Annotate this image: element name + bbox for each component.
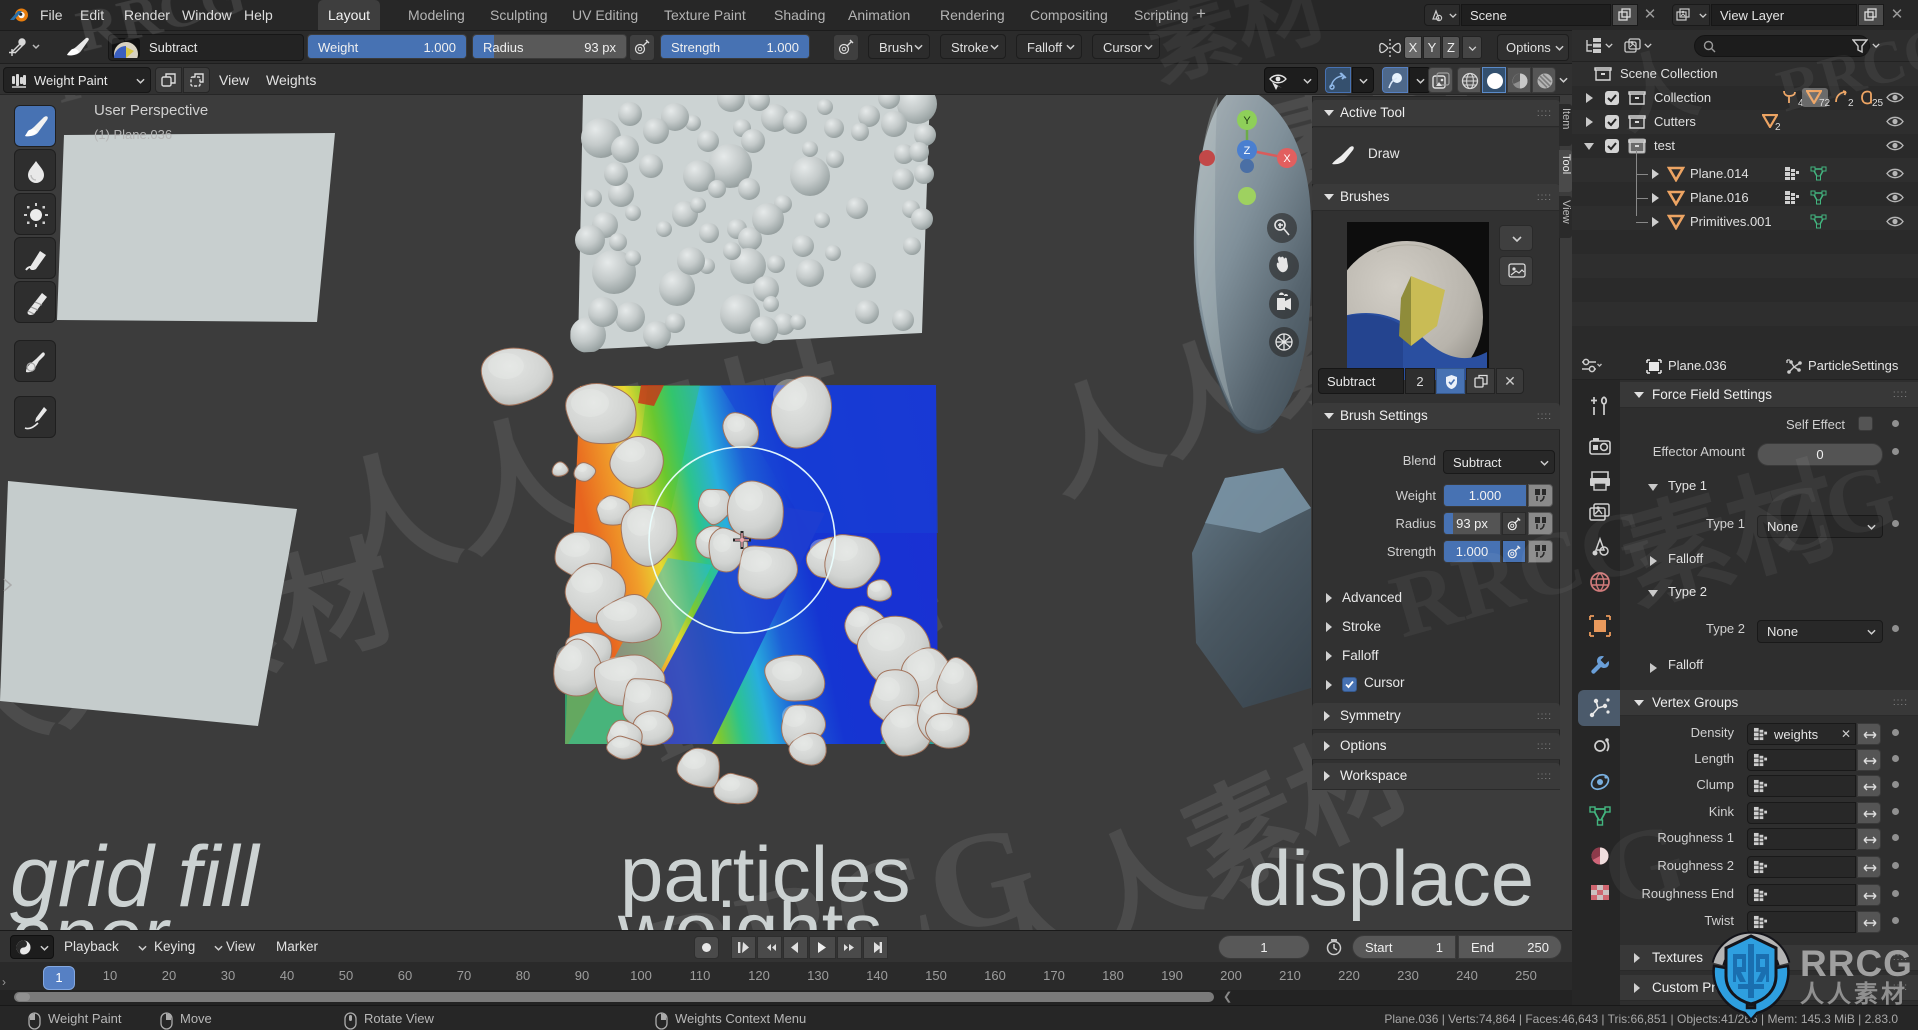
svg-text:Z: Z xyxy=(1244,145,1251,157)
svg-text:(1) Plane.036: (1) Plane.036 xyxy=(94,127,172,142)
svg-text:User Perspective: User Perspective xyxy=(94,102,208,119)
svg-text:Y: Y xyxy=(1243,115,1251,127)
svg-text:displace: displace xyxy=(1248,834,1534,922)
svg-text:X: X xyxy=(1283,153,1291,165)
svg-text:weights: weights xyxy=(617,886,882,930)
svg-text:anor: anor xyxy=(8,891,171,930)
svg-text:RRCG: RRCG xyxy=(1800,943,1913,984)
svg-text:人人素材: 人人素材 xyxy=(1800,981,1908,1008)
